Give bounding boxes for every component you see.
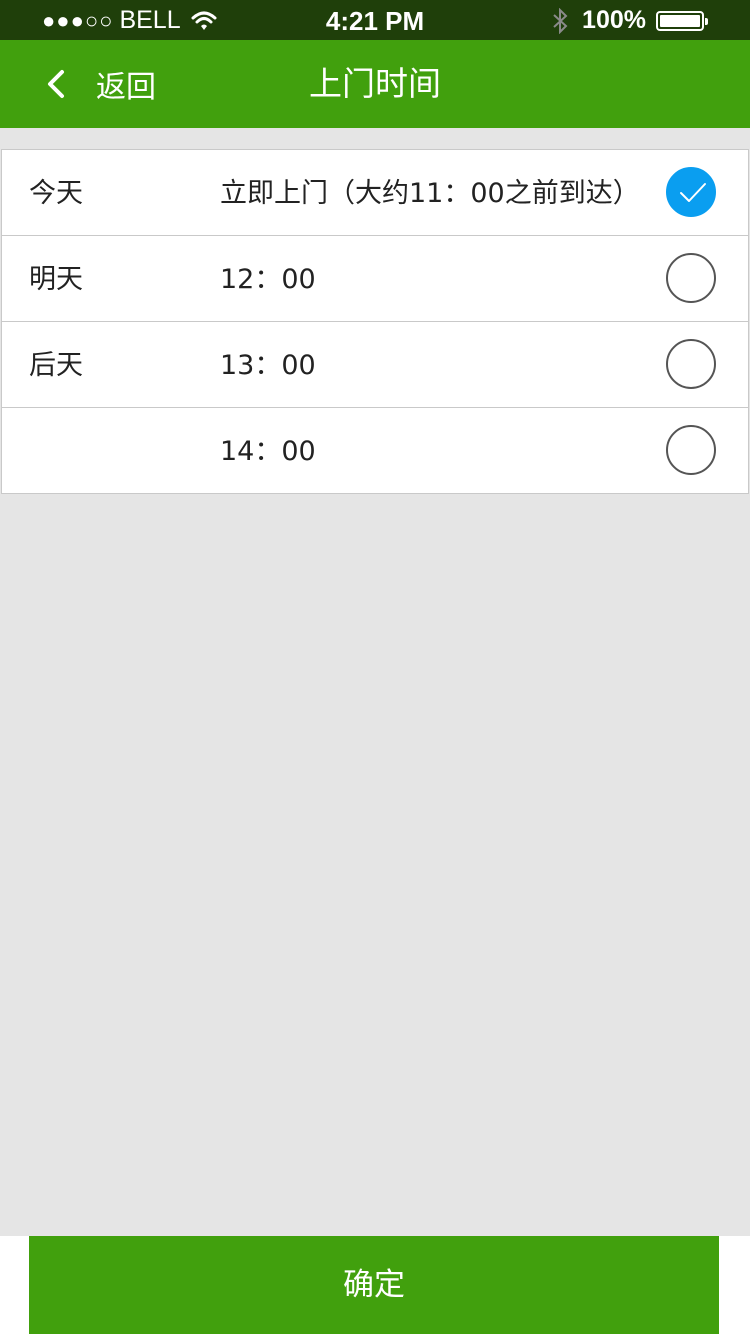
battery-percent: 100% [582, 6, 646, 34]
back-chevron-icon [48, 70, 64, 98]
bluetooth-icon [553, 7, 568, 34]
slot-radio[interactable] [666, 253, 716, 303]
day-label: 明天 [29, 264, 83, 295]
time-slot-row[interactable]: 今天 立即上门（大约11：00之前到达） [2, 150, 748, 236]
slot-label: 立即上门（大约11：00之前到达） [220, 178, 640, 209]
status-bar: ●●●○○ BELL 4:21 PM 100% [0, 0, 750, 40]
back-button[interactable]: 返回 [40, 40, 156, 128]
bottom-bar: 确定 [0, 1236, 750, 1334]
day-label: 后天 [29, 350, 83, 381]
slot-radio-selected[interactable] [666, 167, 716, 217]
check-icon [680, 183, 706, 202]
slot-radio[interactable] [666, 425, 716, 475]
day-label: 今天 [29, 178, 83, 209]
back-label: 返回 [96, 70, 156, 105]
time-slot-list: 今天 立即上门（大约11：00之前到达） 明天 12：00 后天 13：00 1… [1, 149, 749, 494]
battery-icon [656, 10, 708, 31]
slot-label: 12：00 [220, 264, 316, 295]
time-slot-row[interactable]: 14：00 [2, 408, 748, 493]
time-slot-row[interactable]: 明天 12：00 [2, 236, 748, 322]
slot-radio[interactable] [666, 339, 716, 389]
status-right: 100% [552, 6, 708, 35]
slot-label: 13：00 [220, 350, 316, 381]
slot-label: 14：00 [220, 436, 316, 467]
time-slot-row[interactable]: 后天 13：00 [2, 322, 748, 408]
confirm-button[interactable]: 确定 [29, 1236, 719, 1334]
nav-bar: 返回 上门时间 [0, 40, 750, 128]
